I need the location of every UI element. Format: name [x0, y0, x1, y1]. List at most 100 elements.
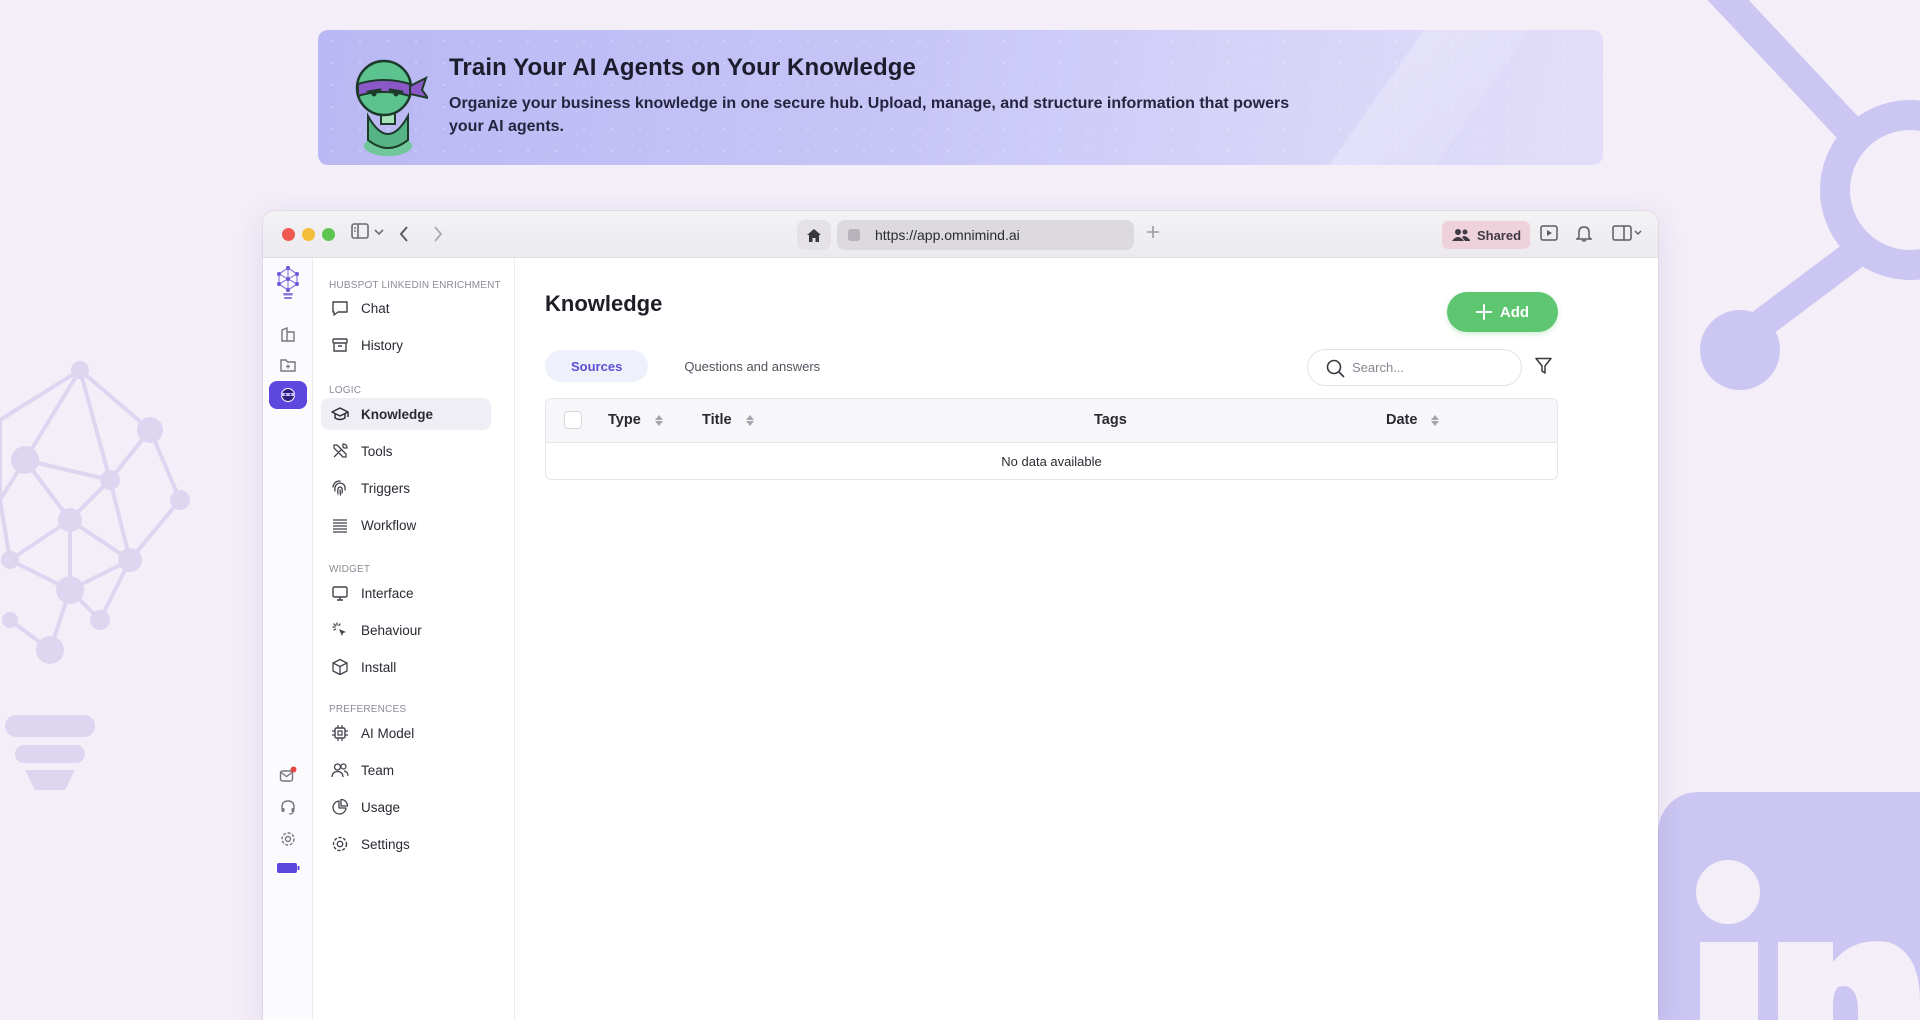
sparkle-cursor-icon [332, 622, 346, 636]
forward-arrow-icon[interactable] [433, 225, 443, 243]
app-icon-rail [263, 258, 313, 1020]
main-content: Knowledge Add Sources Questions and answ… [515, 258, 1658, 1020]
play-icon[interactable] [1540, 225, 1558, 241]
ninja-avatar-icon [281, 388, 295, 402]
sidebar-item-label: Workflow [361, 517, 417, 533]
sidebar-item-history[interactable]: History [321, 329, 491, 361]
add-button-label: Add [1499, 303, 1530, 321]
sidebar-item-usage[interactable]: Usage [321, 791, 491, 823]
filter-icon[interactable] [1535, 357, 1552, 375]
sidebar-item-workflow[interactable]: Workflow [321, 509, 491, 541]
sidebar-item-label: Team [361, 762, 395, 778]
sidebar-item-label: Triggers [361, 480, 411, 496]
monitor-icon [332, 586, 348, 601]
shared-button[interactable]: Shared [1442, 221, 1530, 249]
close-window-button[interactable] [282, 228, 295, 241]
sidebar-item-label: History [361, 337, 404, 353]
section-label-logic: LOGIC [329, 385, 362, 396]
browser-window: https://app.omnimind.ai Shared HUBSPOT L… [263, 211, 1658, 1020]
folder-plus-icon[interactable] [275, 352, 301, 378]
active-agent-avatar[interactable] [269, 381, 307, 409]
chevron-down-icon[interactable] [374, 228, 384, 236]
minimize-window-button[interactable] [302, 228, 315, 241]
search-input[interactable] [1352, 360, 1502, 375]
split-view-icon[interactable] [1612, 225, 1642, 241]
sidebar-item-label: AI Model [361, 725, 415, 741]
add-button[interactable]: Add [1447, 292, 1558, 332]
search-icon [1326, 359, 1345, 378]
agents-icon[interactable] [275, 322, 301, 348]
section-label-hubspot: HUBSPOT LINKEDIN ENRICHMENT [329, 280, 501, 291]
shared-label: Shared [1476, 227, 1522, 243]
sidebar-item-label: Knowledge [361, 406, 434, 422]
search-box [1307, 349, 1522, 386]
mail-notification-icon[interactable] [275, 762, 301, 788]
plus-icon [1475, 304, 1492, 320]
linkedin-logo-decoration [1658, 792, 1920, 1020]
home-button[interactable] [797, 220, 831, 250]
settings-gear-icon[interactable] [275, 826, 301, 852]
column-header-date[interactable]: Date [1386, 412, 1440, 428]
sidebar-item-label: Settings [361, 836, 410, 852]
column-label: Type [608, 412, 641, 428]
people-icon [1451, 229, 1470, 241]
team-icon [331, 763, 349, 778]
sidebar-item-knowledge[interactable]: Knowledge [321, 398, 491, 430]
chat-icon [332, 301, 348, 316]
sidebar-item-interface[interactable]: Interface [321, 577, 491, 609]
sidebar-nav: HUBSPOT LINKEDIN ENRICHMENT Chat History… [313, 258, 515, 1020]
column-header-type[interactable]: Type [608, 412, 663, 428]
battery-credits-icon[interactable] [275, 855, 301, 881]
sidebar-item-label: Chat [361, 300, 390, 316]
tab-sources[interactable]: Sources [545, 350, 649, 382]
section-label-preferences: PREFERENCES [329, 704, 407, 715]
new-tab-plus-icon[interactable] [1146, 225, 1160, 239]
promo-banner: Train Your AI Agents on Your Knowledge O… [318, 30, 1603, 165]
brain-network-decoration [0, 361, 190, 790]
sidebar-toggle-icon[interactable] [351, 223, 369, 239]
knowledge-table: Type Title Tags Date No data available [545, 398, 1558, 480]
pie-chart-icon [332, 798, 349, 815]
sidebar-item-install[interactable]: Install [321, 651, 491, 683]
maximize-window-button[interactable] [322, 228, 335, 241]
column-label: Title [702, 412, 732, 428]
knowledge-tabs: Sources Questions and answers [545, 350, 846, 382]
sidebar-item-team[interactable]: Team [321, 754, 491, 786]
banner-title: Train Your AI Agents on Your Knowledge [449, 54, 916, 81]
sidebar-item-tools[interactable]: Tools [321, 435, 491, 467]
bell-icon[interactable] [1576, 224, 1592, 242]
graduation-cap-icon [331, 407, 349, 421]
sort-icon [1431, 414, 1440, 426]
page-title: Knowledge [545, 291, 663, 316]
back-arrow-icon[interactable] [399, 225, 409, 243]
sidebar-item-label: Tools [361, 443, 393, 459]
sidebar-item-behaviour[interactable]: Behaviour [321, 614, 491, 646]
empty-state-text: No data available [1001, 454, 1102, 469]
hubspot-logo-decoration [1700, 0, 1920, 390]
url-text: https://app.omnimind.ai [875, 227, 1020, 243]
column-label: Tags [1094, 412, 1127, 428]
sidebar-item-label: Interface [361, 585, 414, 601]
sidebar-item-settings[interactable]: Settings [321, 828, 491, 860]
tab-questions-and-answers[interactable]: Questions and answers [658, 350, 846, 382]
sidebar-item-label: Behaviour [361, 622, 422, 638]
column-header-tags: Tags [1094, 412, 1127, 428]
omnimind-logo-icon[interactable] [272, 266, 304, 300]
browser-titlebar: https://app.omnimind.ai Shared [263, 211, 1658, 258]
gear-icon [332, 836, 348, 852]
home-icon [807, 228, 821, 242]
fingerprint-icon [332, 480, 346, 496]
ninja-mascot-icon [355, 59, 428, 156]
section-label-widget: WIDGET [329, 564, 371, 575]
archive-icon [332, 338, 348, 352]
sidebar-item-triggers[interactable]: Triggers [321, 472, 491, 504]
sidebar-item-chat[interactable]: Chat [321, 292, 491, 324]
sidebar-item-label: Usage [361, 799, 401, 815]
sidebar-item-ai-model[interactable]: AI Model [321, 717, 491, 749]
headset-support-icon[interactable] [275, 794, 301, 820]
url-bar[interactable]: https://app.omnimind.ai [837, 220, 1134, 250]
select-all-checkbox[interactable] [564, 411, 582, 429]
column-header-title[interactable]: Title [702, 412, 754, 428]
sort-icon [654, 414, 663, 426]
column-label: Date [1386, 412, 1418, 428]
